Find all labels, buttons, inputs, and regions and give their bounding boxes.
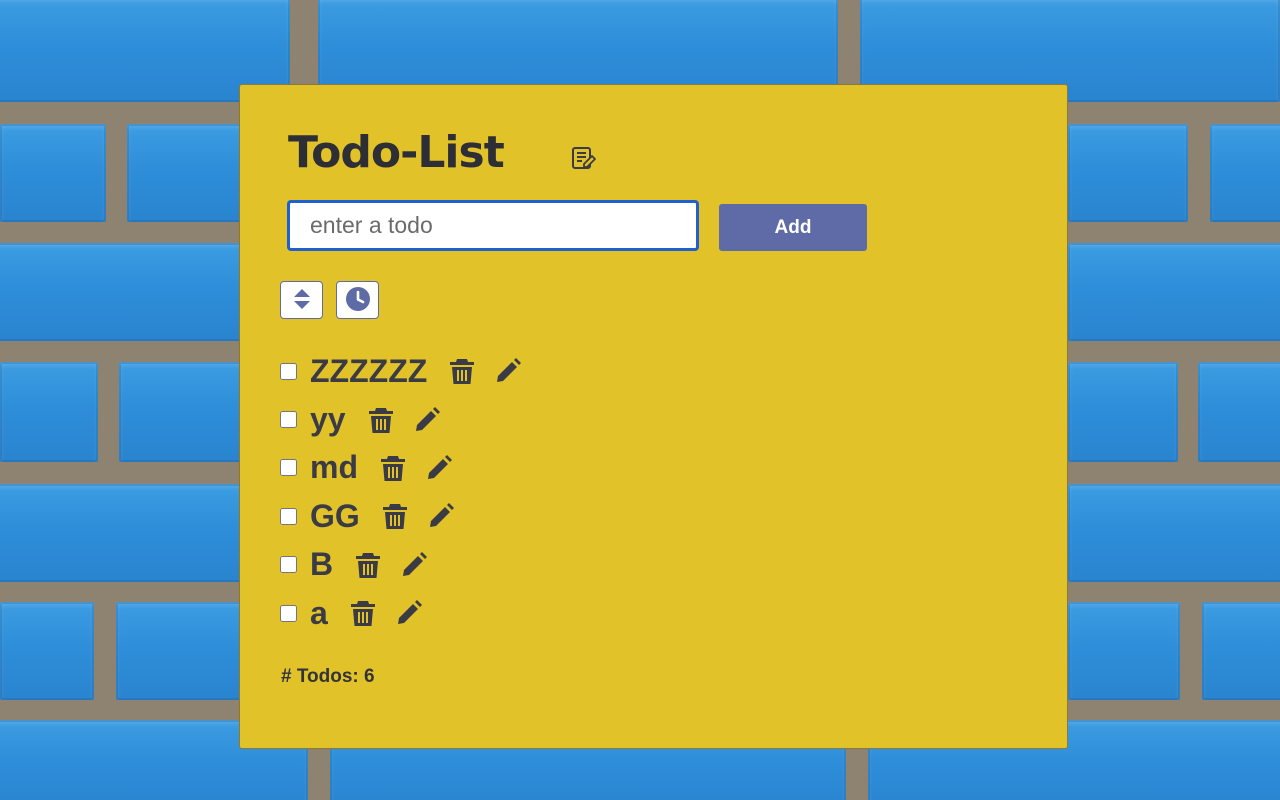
trash-icon[interactable]: [348, 598, 378, 628]
todo-input[interactable]: [287, 200, 699, 251]
list-item: md: [280, 444, 523, 492]
todo-text: GG: [310, 497, 360, 534]
todo-checkbox[interactable]: [280, 459, 297, 477]
todo-text: B: [310, 546, 334, 583]
trash-icon[interactable]: [380, 501, 410, 531]
todo-text: ZZZZZZ: [310, 352, 428, 389]
todo-text: yy: [310, 401, 346, 438]
add-button[interactable]: Add: [719, 204, 867, 251]
list-item: a: [280, 589, 523, 637]
pencil-icon[interactable]: [493, 356, 523, 386]
trash-icon[interactable]: [353, 550, 383, 580]
pencil-icon[interactable]: [394, 598, 424, 628]
pencil-icon[interactable]: [424, 453, 454, 483]
todo-list: ZZZZZZ yy md GG B a: [280, 347, 523, 637]
todo-checkbox[interactable]: [280, 556, 297, 574]
todo-count: # Todos: 6: [281, 666, 375, 687]
list-item: GG: [280, 492, 523, 540]
pencil-icon[interactable]: [412, 405, 442, 435]
list-item: B: [280, 541, 523, 589]
pencil-icon[interactable]: [399, 550, 429, 580]
page-title: Todo-List: [288, 127, 505, 178]
todo-checkbox[interactable]: [280, 507, 297, 525]
trash-icon[interactable]: [378, 453, 408, 483]
todo-checkbox[interactable]: [280, 411, 297, 429]
sort-by-time-button[interactable]: [336, 281, 379, 319]
todo-checkbox[interactable]: [280, 362, 297, 380]
todo-card: Todo-List Add ZZZZZZ: [239, 84, 1068, 749]
list-item: ZZZZZZ: [280, 347, 523, 395]
todo-text: md: [310, 449, 358, 486]
sort-button[interactable]: [280, 281, 323, 319]
trash-icon[interactable]: [447, 356, 477, 386]
list-item: yy: [280, 395, 523, 443]
clock-icon: [345, 286, 371, 315]
trash-icon[interactable]: [366, 405, 396, 435]
notepad-edit-icon: [571, 145, 597, 171]
pencil-icon[interactable]: [426, 501, 456, 531]
todo-text: a: [310, 594, 328, 631]
todo-checkbox[interactable]: [280, 604, 297, 622]
sort-icon: [293, 288, 311, 313]
